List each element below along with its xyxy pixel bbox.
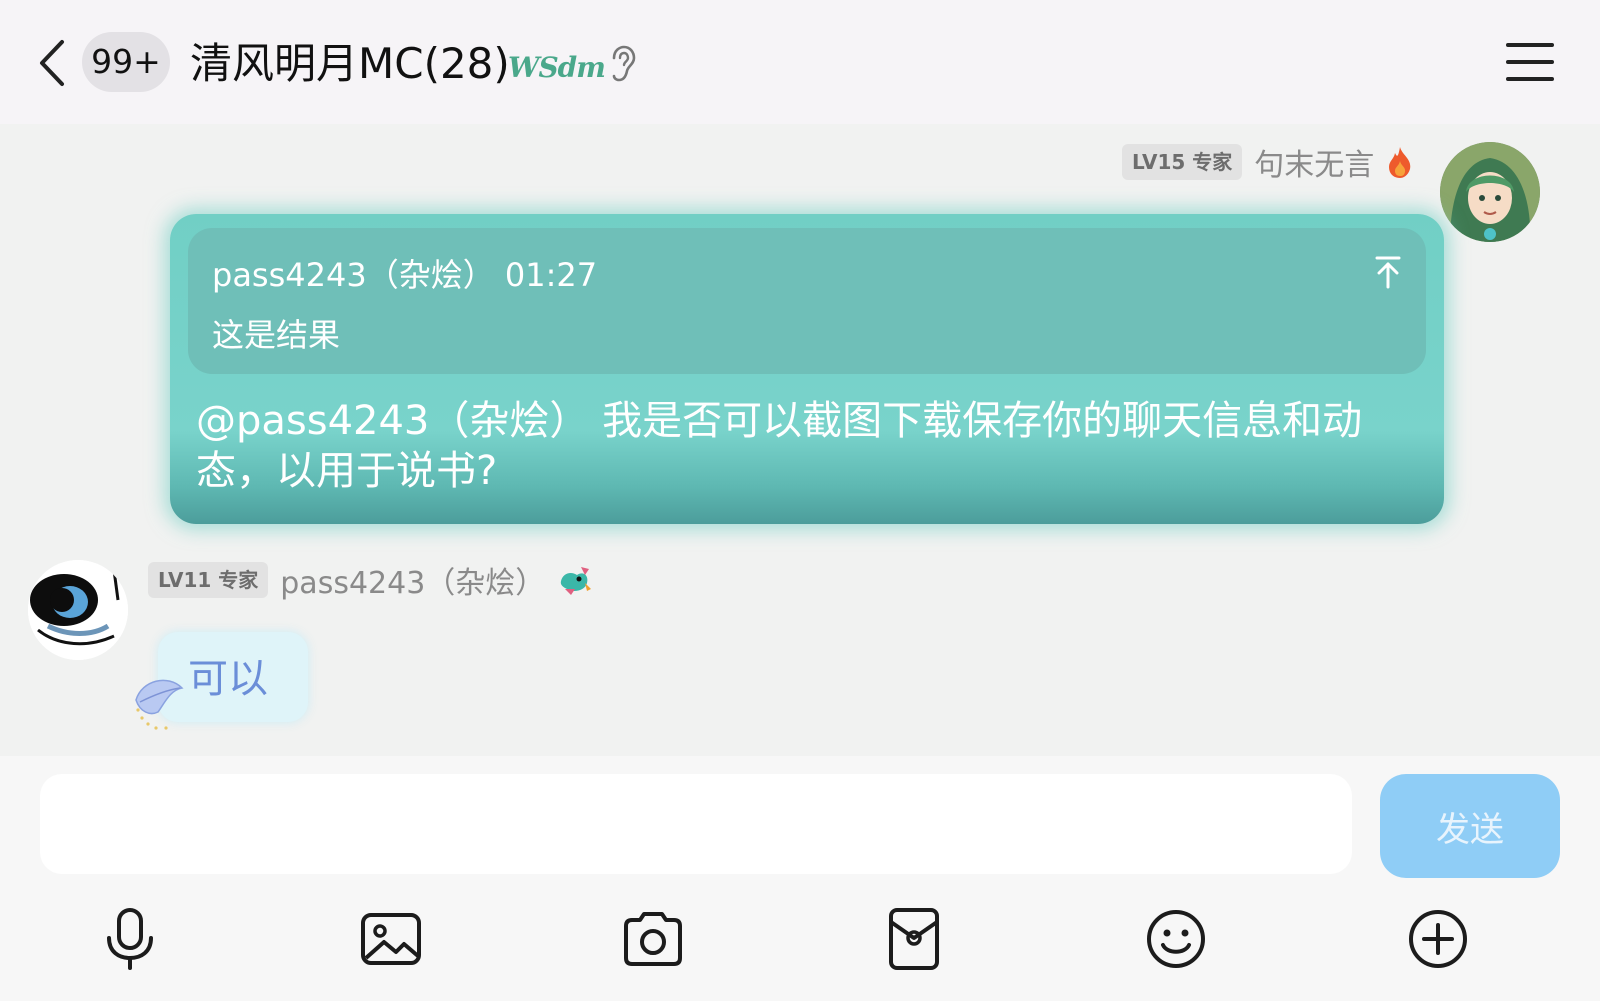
outgoing-sender-row: LV15 专家 句末无言: [1122, 140, 1414, 184]
dragon-badge-icon: [561, 567, 592, 595]
chat-title[interactable]: 清风明月MC(28): [190, 36, 510, 92]
emoji-icon[interactable]: [1143, 906, 1209, 972]
plus-icon[interactable]: [1405, 906, 1471, 972]
message-text: @pass4243（杂烩） 我是否可以截图下载保存你的聊天信息和动态，以用于说书…: [196, 398, 1363, 494]
unread-count-badge[interactable]: 99+: [82, 32, 170, 92]
message-input[interactable]: [40, 774, 1352, 874]
message-list[interactable]: LV15 专家 句末无言 pass4243（杂烩） 01:27 这是结果 @pa…: [0, 124, 1600, 756]
user-avatar-icon: [1440, 142, 1540, 242]
user-avatar-icon: [28, 560, 128, 660]
outgoing-message-bubble[interactable]: pass4243（杂烩） 01:27 这是结果 @pass4243（杂烩） 我是…: [170, 214, 1444, 524]
menu-icon[interactable]: [1506, 40, 1554, 84]
sender-name[interactable]: 句末无言: [1254, 140, 1374, 184]
chat-header: 99+ 清风明月MC(28) WSdm: [0, 0, 1600, 124]
image-icon[interactable]: [358, 906, 424, 972]
level-badge: LV15 专家: [1122, 144, 1243, 180]
group-tag-logo: WSdm: [508, 51, 606, 84]
message-text: 可以: [188, 656, 268, 702]
quoted-reply[interactable]: pass4243（杂烩） 01:27 这是结果: [188, 228, 1426, 374]
ear-icon[interactable]: [606, 44, 638, 84]
composer-bar: 发送: [0, 756, 1600, 1001]
quote-text: 这是结果: [212, 316, 341, 354]
camera-icon[interactable]: [620, 906, 686, 972]
send-button[interactable]: 发送: [1380, 774, 1560, 878]
incoming-sender-row: LV11 专家 pass4243（杂烩）: [148, 558, 593, 602]
red-packet-icon[interactable]: [881, 906, 947, 972]
sender-name[interactable]: pass4243（杂烩）: [280, 558, 545, 602]
level-badge: LV11 专家: [148, 562, 269, 598]
feather-decoration-icon: [135, 679, 184, 730]
avatar[interactable]: [1440, 142, 1540, 242]
avatar[interactable]: [28, 560, 128, 660]
quote-meta: pass4243（杂烩） 01:27: [212, 256, 598, 294]
flame-icon: [1389, 147, 1411, 178]
microphone-icon[interactable]: [97, 906, 163, 972]
back-arrow-icon[interactable]: [34, 36, 70, 90]
jump-to-quote-icon[interactable]: [1374, 254, 1402, 290]
